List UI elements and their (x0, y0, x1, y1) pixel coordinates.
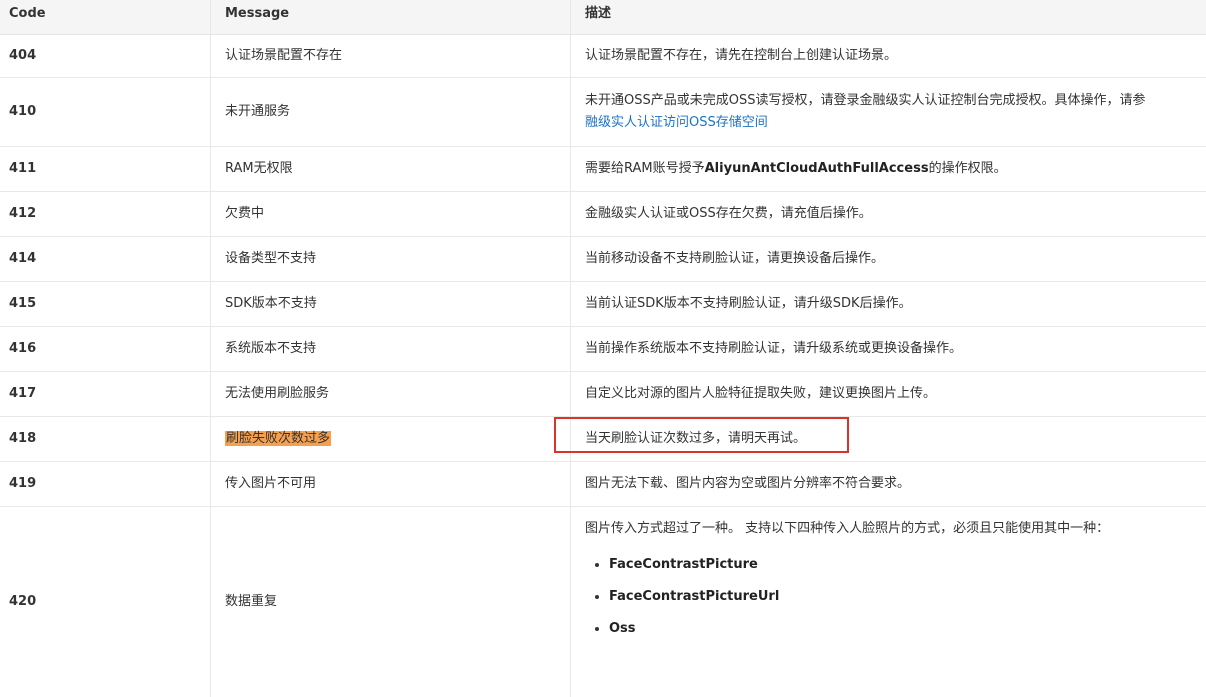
description-cell: 认证场景配置不存在，请先在控制台上创建认证场景。 (585, 48, 898, 63)
message-cell: 系统版本不支持 (211, 327, 571, 371)
message-cell: 刷脸失败次数过多 (211, 417, 571, 461)
code-cell: 417 (0, 372, 211, 416)
description-suffix: 的操作权限。 (928, 161, 1007, 176)
table-row: 414 设备类型不支持 当前移动设备不支持刷脸认证，请更换设备后操作。 (0, 237, 1206, 282)
list-item: FaceContrastPictureUrl (585, 581, 1206, 613)
code-cell: 420 (0, 507, 211, 697)
description-cell: 图片传入方式超过了一种。 支持以下四种传入人脸照片的方式，必须且只能使用其中一种… (571, 507, 1206, 697)
description-prefix: 需要给RAM账号授予 (585, 161, 705, 176)
description-text: 未开通OSS产品或未完成OSS读写授权，请登录金融级实人认证控制台完成授权。具体… (585, 93, 1146, 108)
code-cell: 412 (0, 192, 211, 236)
list-item: Oss (585, 613, 1206, 645)
message-cell: 认证场景配置不存在 (211, 35, 571, 77)
table-row: 420 数据重复 图片传入方式超过了一种。 支持以下四种传入人脸照片的方式，必须… (0, 507, 1206, 697)
error-code-table: Code Message 描述 404 认证场景配置不存在 认证场景配置不存在，… (0, 0, 1206, 697)
code-cell: 404 (0, 35, 211, 77)
message-cell: 未开通服务 (211, 78, 571, 146)
code-cell: 414 (0, 237, 211, 281)
description-cell: 当前移动设备不支持刷脸认证，请更换设备后操作。 (585, 251, 885, 266)
message-cell: SDK版本不支持 (211, 282, 571, 326)
table-row: 404 认证场景配置不存在 认证场景配置不存在，请先在控制台上创建认证场景。 (0, 35, 1206, 78)
message-cell: 数据重复 (211, 507, 571, 697)
message-cell: 传入图片不可用 (211, 462, 571, 506)
policy-name: AliyunAntCloudAuthFullAccess (704, 161, 929, 176)
message-cell: 无法使用刷脸服务 (211, 372, 571, 416)
table-header: Code Message 描述 (0, 0, 1206, 35)
code-cell: 416 (0, 327, 211, 371)
header-description: 描述 (585, 6, 612, 21)
description-cell: 未开通OSS产品或未完成OSS读写授权，请登录金融级实人认证控制台完成授权。具体… (571, 78, 1206, 146)
description-cell: 当天刷脸认证次数过多，请明天再试。 (585, 431, 807, 446)
description-cell: 当前认证SDK版本不支持刷脸认证，请升级SDK后操作。 (585, 296, 912, 311)
description-cell: 自定义比对源的图片人脸特征提取失败，建议更换图片上传。 (585, 386, 937, 401)
description-cell: 需要给RAM账号授予AliyunAntCloudAuthFullAccess的操… (571, 147, 1206, 191)
oss-access-link[interactable]: 融级实人认证访问OSS存储空间 (585, 115, 768, 130)
table-row: 415 SDK版本不支持 当前认证SDK版本不支持刷脸认证，请升级SDK后操作。 (0, 282, 1206, 327)
description-cell: 金融级实人认证或OSS存在欠费，请充值后操作。 (585, 206, 872, 221)
description-text: 图片传入方式超过了一种。 支持以下四种传入人脸照片的方式，必须且只能使用其中一种… (585, 521, 1110, 536)
code-cell: 410 (0, 78, 211, 146)
list-item: FaceContrastPicture (585, 549, 1206, 581)
table-row: 412 欠费中 金融级实人认证或OSS存在欠费，请充值后操作。 (0, 192, 1206, 237)
code-cell: 418 (0, 417, 211, 461)
message-cell: 欠费中 (211, 192, 571, 236)
message-cell: 设备类型不支持 (211, 237, 571, 281)
upload-method-list: FaceContrastPicture FaceContrastPictureU… (585, 549, 1206, 645)
table-row: 417 无法使用刷脸服务 自定义比对源的图片人脸特征提取失败，建议更换图片上传。 (0, 372, 1206, 417)
description-cell: 图片无法下载、图片内容为空或图片分辨率不符合要求。 (585, 476, 911, 491)
code-cell: 415 (0, 282, 211, 326)
message-cell: RAM无权限 (211, 147, 571, 191)
table-row: 416 系统版本不支持 当前操作系统版本不支持刷脸认证，请升级系统或更换设备操作… (0, 327, 1206, 372)
table-row: 418 刷脸失败次数过多 当天刷脸认证次数过多，请明天再试。 (0, 417, 1206, 462)
highlighted-message: 刷脸失败次数过多 (225, 431, 332, 446)
header-code: Code (0, 0, 211, 34)
code-cell: 411 (0, 147, 211, 191)
header-message: Message (211, 0, 571, 34)
code-cell: 419 (0, 462, 211, 506)
table-row: 411 RAM无权限 需要给RAM账号授予AliyunAntCloudAuthF… (0, 147, 1206, 192)
table-row: 410 未开通服务 未开通OSS产品或未完成OSS读写授权，请登录金融级实人认证… (0, 78, 1206, 147)
description-cell: 当前操作系统版本不支持刷脸认证，请升级系统或更换设备操作。 (585, 341, 963, 356)
table-row: 419 传入图片不可用 图片无法下载、图片内容为空或图片分辨率不符合要求。 (0, 462, 1206, 507)
